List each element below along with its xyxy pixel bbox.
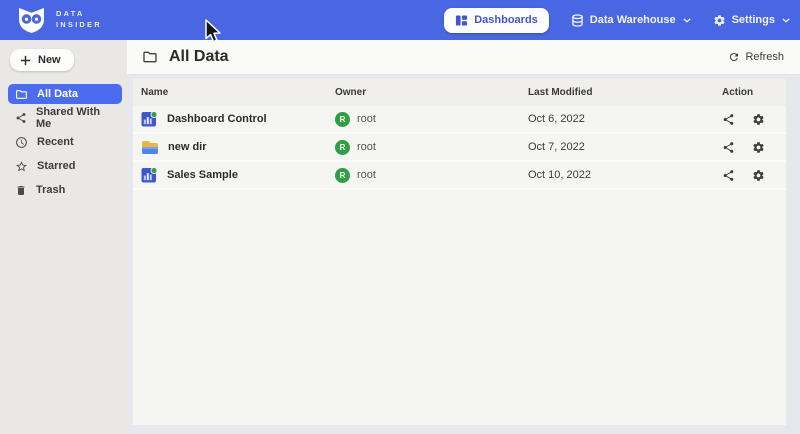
- sidebar-item-all-data[interactable]: All Data: [8, 84, 122, 104]
- chevron-down-icon: [782, 18, 790, 23]
- sidebar-item-label: All Data: [37, 88, 78, 100]
- file-name: new dir: [168, 141, 207, 153]
- chevron-down-icon: [683, 18, 691, 23]
- sidebar-item-label: Trash: [36, 184, 65, 196]
- refresh-button[interactable]: Refresh: [728, 51, 784, 63]
- dashboard-file-icon: [141, 111, 158, 127]
- gear-icon: [713, 14, 726, 27]
- new-button[interactable]: New: [10, 49, 74, 71]
- table-row[interactable]: Dashboard Control R root Oct 6, 2022: [133, 106, 786, 134]
- table-header-row: Name Owner Last Modified Action: [133, 79, 786, 106]
- table-row[interactable]: Sales Sample R root Oct 10, 2022: [133, 162, 786, 190]
- plus-icon: [20, 55, 31, 66]
- file-table-card: Name Owner Last Modified Action: [133, 79, 786, 425]
- data-warehouse-menu[interactable]: Data Warehouse: [571, 14, 691, 27]
- folder-icon: [15, 88, 28, 101]
- sidebar-item-trash[interactable]: Trash: [8, 180, 122, 200]
- dashboard-file-icon: [141, 167, 158, 183]
- app-window: DATA INSIDER Dashboards: [0, 0, 800, 434]
- owner-avatar: R: [335, 140, 350, 155]
- page-title-bar: All Data Refresh: [127, 40, 800, 75]
- main-area: All Data Refresh Name Owner Last Modifie…: [127, 40, 800, 434]
- refresh-label: Refresh: [745, 51, 784, 63]
- last-modified-date: Oct 6, 2022: [528, 113, 722, 125]
- folder-icon: [142, 49, 158, 65]
- owner-name: root: [357, 141, 376, 153]
- last-modified-date: Oct 10, 2022: [528, 169, 722, 181]
- gear-icon[interactable]: [752, 141, 765, 154]
- gear-icon[interactable]: [752, 113, 765, 126]
- settings-menu[interactable]: Settings: [713, 14, 790, 27]
- app-logo: DATA INSIDER: [16, 7, 102, 34]
- dashboards-button[interactable]: Dashboards: [444, 8, 549, 33]
- last-modified-date: Oct 7, 2022: [528, 141, 722, 153]
- dashboards-label: Dashboards: [474, 14, 538, 26]
- column-header-owner: Owner: [335, 87, 528, 98]
- share-icon: [15, 112, 27, 124]
- owner-name: root: [357, 169, 376, 181]
- owl-logo-icon: [16, 7, 47, 34]
- star-icon: [15, 160, 28, 173]
- column-header-action: Action: [722, 87, 786, 98]
- share-icon[interactable]: [722, 113, 735, 126]
- logo-wordmark: DATA INSIDER: [56, 9, 102, 31]
- sidebar-item-label: Starred: [37, 160, 76, 172]
- sidebar: New All Data Shared With Me Recent: [0, 40, 127, 434]
- clock-icon: [15, 136, 28, 149]
- database-icon: [571, 14, 584, 27]
- sidebar-item-recent[interactable]: Recent: [8, 132, 122, 152]
- owner-name: root: [357, 113, 376, 125]
- share-icon[interactable]: [722, 169, 735, 182]
- share-icon[interactable]: [722, 141, 735, 154]
- logo-line1: DATA: [56, 9, 102, 20]
- column-header-name: Name: [141, 87, 335, 98]
- logo-line2: INSIDER: [56, 20, 102, 31]
- page-title: All Data: [169, 48, 229, 66]
- data-warehouse-label: Data Warehouse: [590, 14, 676, 26]
- top-navigation: Dashboards Data Warehouse: [444, 8, 790, 33]
- new-button-label: New: [38, 54, 61, 66]
- file-name: Sales Sample: [167, 169, 238, 181]
- settings-label: Settings: [732, 14, 775, 26]
- owner-avatar: R: [335, 168, 350, 183]
- top-header: DATA INSIDER Dashboards: [0, 0, 800, 40]
- file-name: Dashboard Control: [167, 113, 267, 125]
- owner-avatar: R: [335, 112, 350, 127]
- dashboard-grid-icon: [455, 14, 468, 27]
- column-header-last-modified: Last Modified: [528, 87, 722, 98]
- sidebar-item-shared-with-me[interactable]: Shared With Me: [8, 108, 122, 128]
- content-area: Name Owner Last Modified Action: [127, 75, 800, 434]
- sidebar-item-label: Shared With Me: [36, 106, 115, 130]
- refresh-icon: [728, 51, 740, 63]
- gear-icon[interactable]: [752, 169, 765, 182]
- sidebar-item-starred[interactable]: Starred: [8, 156, 122, 176]
- trash-icon: [15, 184, 27, 197]
- table-row[interactable]: new dir R root Oct 7, 2022: [133, 134, 786, 162]
- sidebar-item-label: Recent: [37, 136, 74, 148]
- folder-file-icon: [141, 140, 159, 155]
